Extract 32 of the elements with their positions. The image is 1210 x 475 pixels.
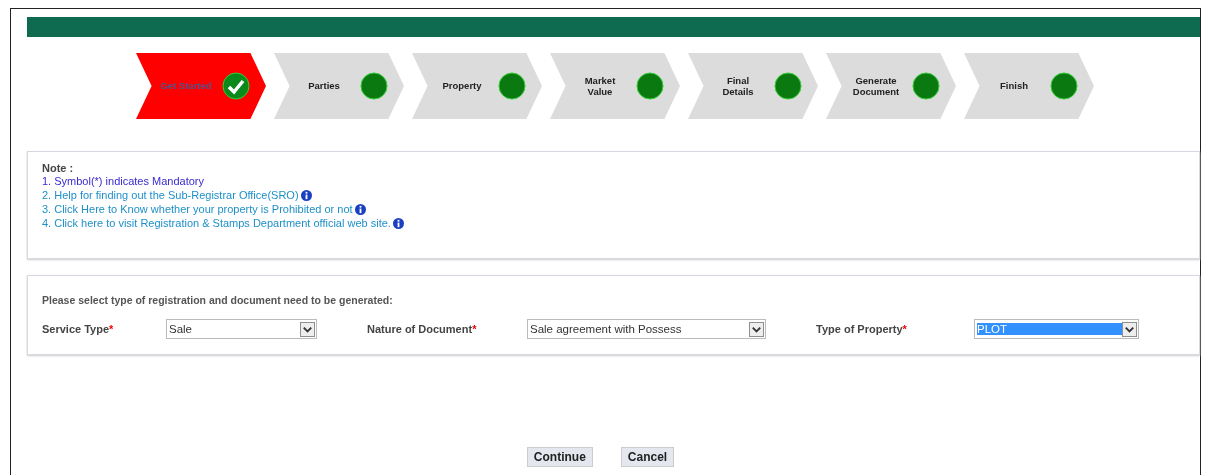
note-title: Note :: [42, 162, 75, 174]
field-label: Type of Property*: [816, 323, 908, 335]
info-icon[interactable]: [354, 203, 366, 215]
wizard-step[interactable]: Market Value: [550, 53, 680, 119]
status-dot-icon: [360, 72, 388, 100]
info-icon[interactable]: [392, 217, 404, 229]
field-label: Service Type*: [42, 323, 115, 335]
info-icon[interactable]: [300, 189, 312, 201]
caret-icon: [1122, 321, 1137, 337]
wizard-step[interactable]: Finish: [964, 53, 1094, 119]
status-dot-icon: [498, 72, 526, 100]
caret-icon: [749, 321, 764, 337]
caret-icon: [300, 321, 315, 337]
status-dot-icon: [912, 72, 940, 100]
wizard-step[interactable]: Final Details: [688, 53, 818, 119]
status-dot-icon: [636, 72, 664, 100]
wizard-step[interactable]: Property: [412, 53, 542, 119]
continue-button[interactable]: Continue: [526, 447, 593, 467]
wizard-step[interactable]: Generate Document: [826, 53, 956, 119]
instruction-text: Please select type of registration and document need to be generated:: [42, 294, 394, 306]
status-dot-icon: [774, 72, 802, 100]
check-circle-icon: [222, 72, 250, 100]
wizard-step[interactable]: Parties: [274, 53, 404, 119]
help-link[interactable]: 3. Click Here to Know whether your property is Prohibited or not: [42, 202, 353, 216]
dropdown-field[interactable]: Sale agreement with Possess: [527, 319, 766, 339]
cancel-button[interactable]: Cancel: [620, 447, 675, 467]
field-label: Nature of Document*: [367, 323, 478, 335]
help-link[interactable]: 2. Help for finding out the Sub-Registrar Office(SRO): [42, 188, 299, 202]
dropdown-field[interactable]: Sale: [166, 319, 317, 339]
note-text: 1. Symbol(*) indicates Mandatory: [42, 174, 204, 188]
help-link[interactable]: 4. Click here to visit Registration & Stamps Department official web site.: [42, 216, 391, 230]
status-dot-icon: [1050, 72, 1078, 100]
